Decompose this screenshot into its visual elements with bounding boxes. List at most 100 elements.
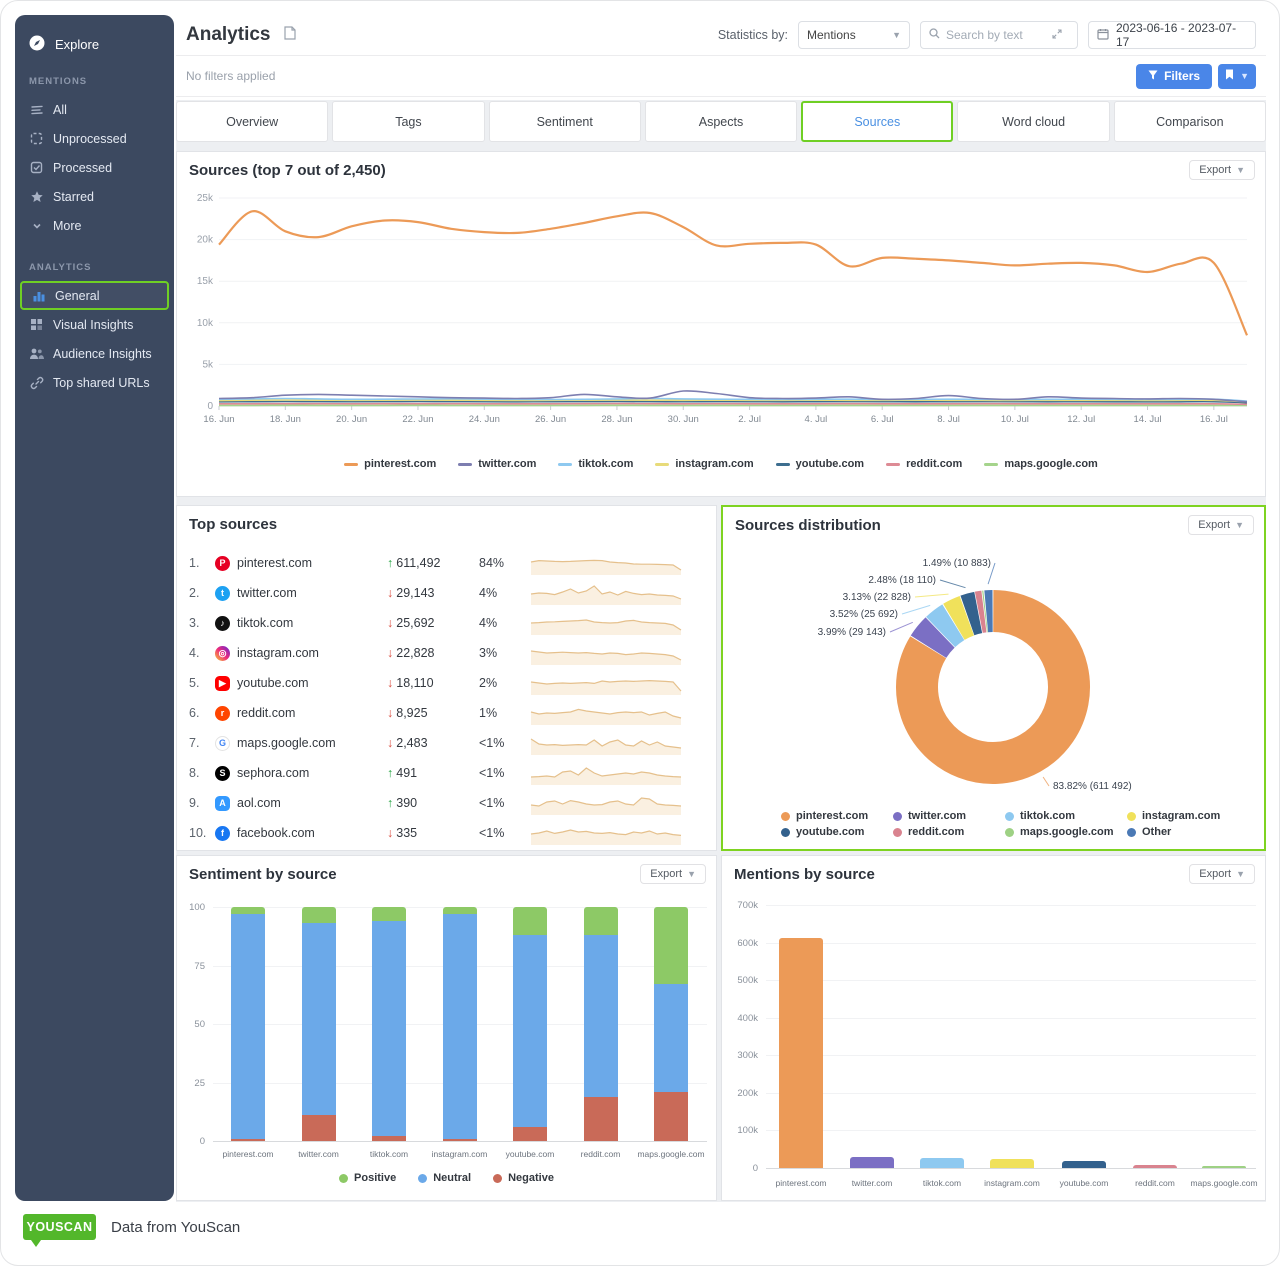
top-source-row-youtube.com[interactable]: 5.▶youtube.com↓18,1102% [189,668,706,698]
legend-item-positive[interactable]: Positive [339,1172,396,1184]
source-domain[interactable]: sephora.com [237,766,387,780]
source-domain[interactable]: facebook.com [237,826,387,840]
export-button[interactable]: Export ▼ [1188,515,1254,535]
top-source-row-instagram.com[interactable]: 4.◎instagram.com↓22,8283% [189,638,706,668]
document-icon[interactable] [284,26,296,45]
sidebar-item-starred[interactable]: Starred [15,182,174,211]
sidebar-item-label: More [53,219,81,233]
sentiment-bar-reddit.com[interactable] [584,907,618,1141]
top-source-row-reddit.com[interactable]: 6.rreddit.com↓8,9251% [189,698,706,728]
line-series-pinterest.com[interactable] [219,211,1247,335]
top-source-row-aol.com[interactable]: 9.Aaol.com↑390<1% [189,788,706,818]
legend-item-twitter.com[interactable]: twitter.com [893,810,1005,822]
sidebar-item-unprocessed[interactable]: Unprocessed [15,124,174,153]
source-domain[interactable]: maps.google.com [237,736,387,750]
sentiment-bar-twitter.com[interactable] [302,907,336,1141]
sidebar-item-explore[interactable]: Explore [29,35,160,54]
legend-item-reddit.com[interactable]: reddit.com [893,826,1005,838]
top-source-row-facebook.com[interactable]: 10.ffacebook.com↓335<1% [189,818,706,848]
source-domain[interactable]: reddit.com [237,706,387,720]
sentiment-bar-maps.google.com[interactable] [654,907,688,1141]
source-domain[interactable]: youtube.com [237,676,387,690]
filters-button[interactable]: Filters [1136,64,1212,89]
bookmark-button[interactable]: ▼ [1218,64,1256,89]
donut-slice-reddit.com[interactable] [979,612,984,613]
sentiment-bar-instagram.com[interactable] [443,907,477,1141]
tab-tags[interactable]: Tags [332,101,484,142]
search-input[interactable] [946,28,1046,42]
legend-item-pinterest.com[interactable]: pinterest.com [344,458,436,470]
source-domain[interactable]: instagram.com [237,646,387,660]
sidebar-item-all[interactable]: All [15,95,174,124]
source-domain[interactable]: aol.com [237,796,387,810]
sentiment-bar-pinterest.com[interactable] [231,907,265,1141]
sidebar-item-more[interactable]: More [15,211,174,240]
legend-item-tiktok.com[interactable]: tiktok.com [558,458,633,470]
sidebar-item-top-shared-urls[interactable]: Top shared URLs [15,368,174,397]
line-series-reddit.com[interactable] [219,404,1247,405]
segment-neutral [654,984,688,1092]
share-text: 4% [479,586,527,600]
top-source-row-maps.google.com[interactable]: 7.Gmaps.google.com↓2,483<1% [189,728,706,758]
mentions-bar-tiktok.com[interactable] [920,1158,964,1168]
tab-comparison[interactable]: Comparison [1114,101,1266,142]
legend-item-reddit.com[interactable]: reddit.com [886,458,962,470]
sidebar-item-label: Visual Insights [53,318,133,332]
tiktok-icon: ♪ [215,616,230,631]
sidebar-item-visual-insights[interactable]: Visual Insights [15,310,174,339]
sidebar-item-general[interactable]: General [20,281,169,310]
x-axis-tick-label: 28. Jun [601,414,632,425]
trend-down-icon: ↓ [387,586,393,600]
top-source-row-pinterest.com[interactable]: 1.Ppinterest.com↑611,49284% [189,548,706,578]
legend-item-pinterest.com[interactable]: pinterest.com [781,810,893,822]
legend-item-tiktok.com[interactable]: tiktok.com [1005,810,1127,822]
source-domain[interactable]: twitter.com [237,586,387,600]
legend-item-instagram.com[interactable]: instagram.com [1127,810,1235,822]
mentions-bar-pinterest.com[interactable] [779,938,823,1168]
x-axis-tick-label: 16. Jun [203,414,234,425]
sidebar-item-processed[interactable]: Processed [15,153,174,182]
legend-item-youtube.com[interactable]: youtube.com [781,826,893,838]
sidebar-item-audience-insights[interactable]: Audience Insights [15,339,174,368]
line-series-youtube.com[interactable] [219,402,1247,403]
sources-line-chart[interactable]: 25k20k15k10k5k016. Jun18. Jun20. Jun22. … [183,184,1259,446]
legend-item-maps.google.com[interactable]: maps.google.com [984,458,1098,470]
mentions-bar-youtube.com[interactable] [1062,1161,1106,1168]
tab-sentiment[interactable]: Sentiment [489,101,641,142]
mentions-bar-reddit.com[interactable] [1133,1165,1177,1168]
top-source-row-twitter.com[interactable]: 2.ttwitter.com↓29,1434% [189,578,706,608]
donut-legend: pinterest.comtwitter.comtiktok.cominstag… [781,810,1235,838]
chevron-down-icon: ▼ [1240,71,1249,81]
sentiment-bar-youtube.com[interactable] [513,907,547,1141]
trend-down-icon: ↓ [387,676,393,690]
donut-slice-twitter.com[interactable] [929,633,941,647]
mentions-bar-maps.google.com[interactable] [1202,1166,1246,1168]
source-domain[interactable]: pinterest.com [237,556,387,570]
legend-item-instagram.com[interactable]: instagram.com [655,458,753,470]
statistics-by-select[interactable]: Mentions ▼ [798,21,910,49]
sources-donut-chart[interactable]: 83.82% (611 492)3.99% (29 143)3.52% (25 … [723,533,1264,803]
donut-slice-instagram.com[interactable] [954,616,967,622]
expand-icon[interactable] [1052,28,1062,42]
donut-slice-youtube.com[interactable] [967,613,978,616]
tab-overview[interactable]: Overview [176,101,328,142]
date-range-picker[interactable]: 2023-06-16 - 2023-07-17 [1088,21,1256,49]
sentiment-bar-tiktok.com[interactable] [372,907,406,1141]
tab-aspects[interactable]: Aspects [645,101,797,142]
mentions-bar-instagram.com[interactable] [990,1159,1034,1168]
source-domain[interactable]: tiktok.com [237,616,387,630]
legend-item-youtube.com[interactable]: youtube.com [776,458,864,470]
mentions-bar-twitter.com[interactable] [850,1157,894,1168]
export-button[interactable]: Export ▼ [1189,160,1255,180]
legend-item-neutral[interactable]: Neutral [418,1172,471,1184]
top-source-row-sephora.com[interactable]: 8.Ssephora.com↑491<1% [189,758,706,788]
legend-item-negative[interactable]: Negative [493,1172,554,1184]
top-source-row-tiktok.com[interactable]: 3.♪tiktok.com↓25,6924% [189,608,706,638]
tab-word-cloud[interactable]: Word cloud [957,101,1109,142]
legend-item-twitter.com[interactable]: twitter.com [458,458,536,470]
legend-item-maps.google.com[interactable]: maps.google.com [1005,826,1127,838]
y-axis-tick-label: 75 [171,961,205,972]
tab-sources[interactable]: Sources [801,101,953,142]
legend-item-Other[interactable]: Other [1127,826,1235,838]
donut-slice-tiktok.com[interactable] [941,622,954,632]
